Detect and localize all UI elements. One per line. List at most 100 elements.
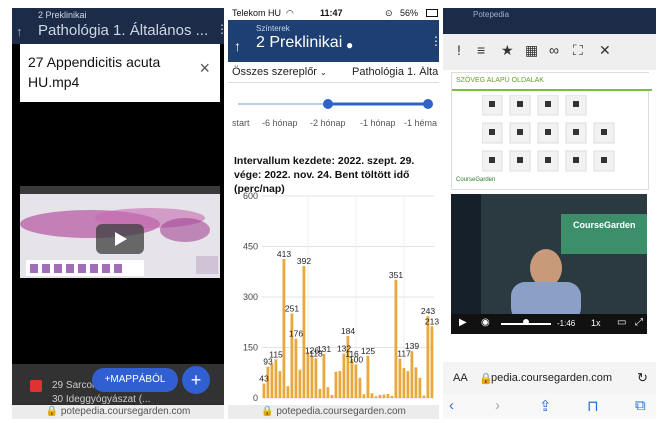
app-title: Pathológia 1. Általános ... <box>38 22 209 39</box>
lock-rotation-icon: ⊙ <box>385 8 393 18</box>
data-bar <box>426 316 430 398</box>
speed-button[interactable]: 1x <box>591 318 601 328</box>
time-range-slider[interactable] <box>228 98 439 110</box>
header-title: 2 Preklinikai <box>256 34 343 51</box>
more-menu-icon[interactable]: ⋮ <box>430 34 439 48</box>
time-remaining: -1:46 <box>557 319 576 328</box>
y-tick-label: 600 <box>243 191 258 201</box>
usage-bar-chart: 0150300450600439311541325117639212611813… <box>243 191 439 403</box>
back-arrow-icon[interactable]: ↑ <box>234 38 241 54</box>
left-phone-screen: 2 Preklinikai ↑ Pathológia 1. Általános … <box>12 8 224 419</box>
data-bar <box>414 367 418 398</box>
video-controls: ▶ ◉ -1:46 1x ▭ ⤢ <box>451 314 647 334</box>
play-icon[interactable]: ▶ <box>459 317 467 328</box>
data-bar <box>378 394 382 398</box>
grid-icon[interactable]: ▦ <box>525 42 538 59</box>
forward-icon[interactable]: › <box>495 397 500 414</box>
add-icon[interactable]: + <box>182 366 210 394</box>
lock-icon: 🔒 <box>261 406 274 417</box>
add-from-folder-button[interactable]: +MAPPÁBÓL <box>92 368 178 392</box>
alert-icon[interactable]: ! <box>457 42 461 58</box>
data-bar <box>422 395 426 398</box>
browser-address-bar[interactable]: AA 🔒 pedia.coursegarden.com ↻ <box>443 362 656 394</box>
data-bar <box>362 394 366 398</box>
close-icon[interactable]: ✕ <box>599 42 611 59</box>
brand-overlay: CourseGarden <box>573 220 636 230</box>
back-icon[interactable]: ‹ <box>449 397 454 414</box>
y-tick-label: 300 <box>243 292 258 302</box>
data-bar <box>366 355 370 398</box>
data-bar <box>402 368 406 398</box>
y-tick-label: 150 <box>243 343 258 353</box>
data-bar <box>286 386 290 398</box>
url-bar[interactable]: 🔒 potepedia.coursegarden.com <box>228 405 439 419</box>
data-label: 115 <box>269 349 283 359</box>
share-icon[interactable]: ⇪ <box>539 397 552 415</box>
progress-handle[interactable] <box>523 319 529 325</box>
reload-icon[interactable]: ↻ <box>637 370 648 386</box>
data-bar <box>314 358 318 398</box>
url-bar[interactable]: 🔒 potepedia.coursegarden.com <box>12 405 224 419</box>
status-bar: Telekom HU ◠ 11:47 ⊙ 56% <box>230 8 438 20</box>
header-subtitle: Színterek <box>256 24 290 33</box>
data-label: 176 <box>289 329 303 339</box>
fullscreen-icon[interactable]: ⛶ <box>573 42 583 59</box>
data-bar <box>350 358 354 398</box>
role-filter[interactable]: Összes szereplőr ⌄ <box>232 66 332 78</box>
close-icon[interactable]: × <box>199 58 210 79</box>
volume-icon[interactable]: ◉ <box>481 317 490 328</box>
data-label: 131 <box>317 344 331 354</box>
data-label: 413 <box>277 249 291 259</box>
data-bar <box>398 358 402 398</box>
url-text: potepedia.coursegarden.com <box>276 406 406 417</box>
app-subtitle: 2 Preklinikai <box>38 10 87 20</box>
chevron-down-icon: ⌄ <box>320 68 327 77</box>
url-text: pedia.coursegarden.com <box>491 372 613 384</box>
data-bar <box>330 394 334 398</box>
battery-level: 56% <box>400 8 419 18</box>
list-item[interactable]: 30 Ideggyógyászat (... <box>52 394 150 405</box>
tabs-icon[interactable]: ⧉ <box>635 397 646 414</box>
content-list: 29 Sarcoi... 30 Ideggyógyászat (... +MAP… <box>12 364 224 419</box>
video-dialog-header: 27 Appendicitis acuta HU.mp4 × <box>20 44 220 102</box>
battery-icon <box>426 9 438 17</box>
data-bar <box>306 352 310 398</box>
menu-icon[interactable]: ≡ <box>477 42 485 58</box>
app-header: Színterek ↑ 2 Preklinikai ● ⋮ <box>228 20 439 62</box>
timeline-label: -1 hónap <box>360 118 396 128</box>
star-icon[interactable]: ★ <box>501 42 514 59</box>
data-label: 351 <box>389 270 403 280</box>
url-text: potepedia.coursegarden.com <box>60 406 191 417</box>
link-icon[interactable]: ∞ <box>549 42 559 58</box>
captions-icon[interactable]: ▭ <box>617 317 626 328</box>
fullscreen-icon[interactable]: ⤢ <box>635 317 643 328</box>
timeline-label: -1 héma <box>404 118 438 128</box>
text-size-button[interactable]: AA <box>453 372 468 384</box>
data-bar <box>270 363 274 398</box>
slider-handle-start[interactable] <box>323 99 333 109</box>
data-bar <box>290 313 294 398</box>
data-label: 43 <box>259 374 269 384</box>
play-button[interactable] <box>96 224 144 254</box>
slide-heading: SZÖVEG ALAPÚ OLDALAK <box>452 73 652 91</box>
back-arrow-icon[interactable]: ↑ <box>16 24 23 39</box>
slide-logo: CourseGarden <box>456 177 496 183</box>
data-label: 125 <box>361 346 375 356</box>
video-frame[interactable] <box>20 186 220 278</box>
timeline-label: start <box>232 118 250 128</box>
video-toolbar <box>20 186 220 194</box>
middle-phone-screen: Telekom HU ◠ 11:47 ⊙ 56% Színterek ↑ 2 P… <box>228 8 439 419</box>
data-bar <box>274 359 278 398</box>
data-bar <box>318 388 322 398</box>
group-icon: ● <box>346 38 354 52</box>
data-bar <box>394 279 398 398</box>
data-bar <box>342 353 346 398</box>
data-bar <box>310 355 314 398</box>
slider-handle-end[interactable] <box>423 99 433 109</box>
course-filter[interactable]: Pathológia 1. Általá <box>352 66 439 78</box>
data-bar <box>374 396 378 398</box>
bookmarks-icon[interactable]: ⊓ <box>587 397 599 415</box>
data-label: 213 <box>425 316 439 326</box>
more-menu-icon[interactable]: ⋮ <box>216 22 224 36</box>
video-player[interactable]: CourseGarden ▶ ◉ -1:46 1x ▭ ⤢ <box>451 194 647 334</box>
